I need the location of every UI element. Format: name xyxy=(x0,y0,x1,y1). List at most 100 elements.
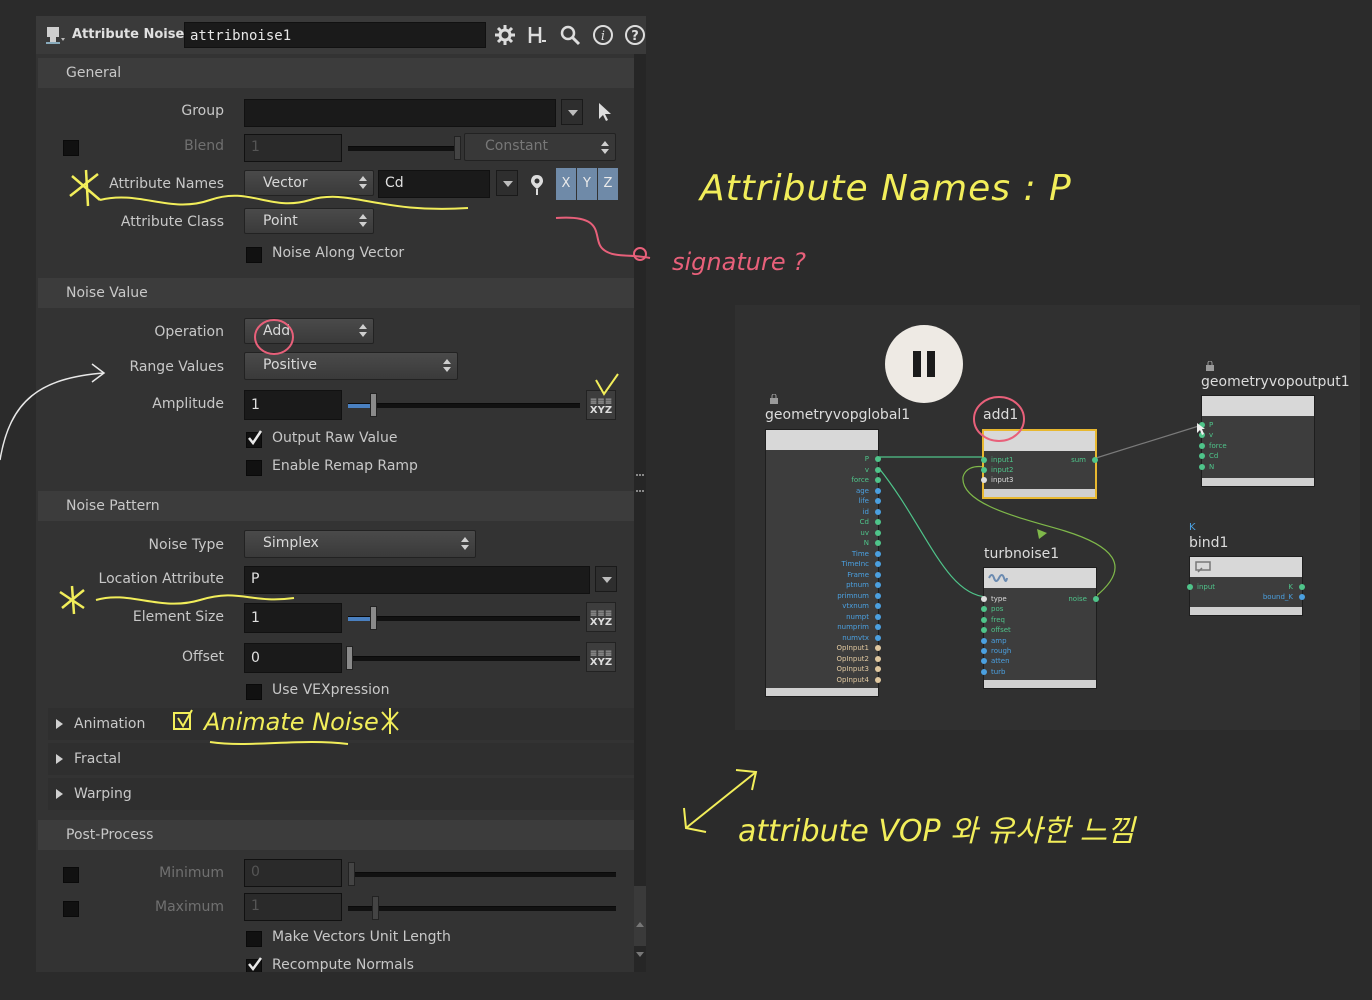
global-port-dot[interactable] xyxy=(875,540,881,546)
folder-warping[interactable]: Warping xyxy=(48,778,634,810)
element-size-slider[interactable] xyxy=(348,606,580,630)
annotation-signature: signature ? xyxy=(672,248,806,276)
global-port-dot[interactable] xyxy=(875,676,881,683)
add-port-input2: input2 xyxy=(991,466,1014,474)
global-port-dot[interactable] xyxy=(875,519,881,525)
attribute-names-dropdown[interactable] xyxy=(496,170,518,196)
houdini-help-icon[interactable] xyxy=(526,24,548,46)
global-port-dot[interactable] xyxy=(875,529,881,536)
blend-mode-menu[interactable]: Constant xyxy=(464,133,616,161)
output-node[interactable]: Pv force Cd N xyxy=(1199,395,1315,487)
amplitude-field[interactable]: 1 xyxy=(244,390,342,420)
component-y-toggle[interactable]: Y xyxy=(577,168,597,200)
global-port-dot[interactable] xyxy=(875,456,881,462)
turb-port-dot[interactable] xyxy=(981,627,987,634)
unit-length-checkbox[interactable] xyxy=(246,931,262,947)
global-port-dot[interactable] xyxy=(875,645,881,651)
turb-port-dot[interactable] xyxy=(981,616,987,623)
section-general[interactable]: General xyxy=(38,58,634,88)
annotation-animate-noise: Animate Noise xyxy=(204,708,379,736)
element-size-field[interactable]: 1 xyxy=(244,603,342,633)
component-x-toggle[interactable]: X xyxy=(556,168,576,200)
offset-slider[interactable] xyxy=(346,646,580,670)
group-field[interactable] xyxy=(244,99,556,127)
select-arrow-icon[interactable] xyxy=(596,101,614,123)
output-port-dot[interactable] xyxy=(1199,463,1205,470)
noise-type-menu[interactable]: Simplex xyxy=(244,530,476,558)
vop-network-view[interactable]: geometryvopglobal1 Pv force age life id Cd uv N… xyxy=(735,305,1360,730)
info-icon[interactable]: i xyxy=(592,24,614,46)
offset-field[interactable]: 0 xyxy=(244,643,342,673)
turb-port-dot[interactable] xyxy=(981,658,987,665)
global-port-dot[interactable] xyxy=(875,466,881,473)
gear-icon[interactable] xyxy=(494,24,516,46)
global-port-dot[interactable] xyxy=(875,477,881,483)
turb-port-dot[interactable] xyxy=(981,648,987,654)
pin-icon[interactable] xyxy=(529,174,545,196)
section-post-process[interactable]: Post-Process xyxy=(38,820,634,850)
element-size-xyz-button[interactable]: XYZ xyxy=(586,594,616,634)
global-port-dot[interactable] xyxy=(875,634,881,641)
global-port-dot[interactable] xyxy=(875,487,881,494)
global-port-dot[interactable] xyxy=(875,550,881,557)
bind-node[interactable]: input K bound_K xyxy=(1187,556,1305,616)
turb-port-dot[interactable] xyxy=(981,637,987,644)
global-port-dot[interactable] xyxy=(875,655,881,662)
node-name-field[interactable]: attribnoise1 xyxy=(184,22,486,48)
amplitude-slider[interactable] xyxy=(348,393,580,417)
turb-port-dot[interactable] xyxy=(981,606,987,613)
global-port-label: v xyxy=(864,465,869,474)
output-port-dot[interactable] xyxy=(1199,442,1205,449)
global-port-dot[interactable] xyxy=(875,592,881,599)
search-icon[interactable] xyxy=(559,24,581,46)
global-port-dot[interactable] xyxy=(875,613,881,620)
turb-port-label: freq xyxy=(991,615,1005,624)
operation-menu[interactable]: Add xyxy=(244,318,374,344)
use-vexpression-checkbox[interactable] xyxy=(246,684,262,700)
minimum-slider[interactable] xyxy=(348,862,616,886)
offset-xyz-button[interactable]: XYZ xyxy=(586,634,616,674)
section-noise-value[interactable]: Noise Value xyxy=(38,278,634,308)
global-port-dot[interactable] xyxy=(875,498,881,504)
attribute-names-field[interactable]: Cd xyxy=(378,170,490,198)
output-port-dot[interactable] xyxy=(1199,453,1205,460)
group-dropdown[interactable] xyxy=(561,99,583,125)
blend-field[interactable]: 1 xyxy=(244,134,342,162)
global-port-dot[interactable] xyxy=(875,603,881,609)
turb-node[interactable]: type pos freq offset amp rough atten turb noise xyxy=(981,567,1099,689)
global-port-dot[interactable] xyxy=(875,624,881,630)
noise-along-vector-checkbox[interactable] xyxy=(246,247,262,263)
global-port-label: ptnum xyxy=(846,581,869,589)
attribute-class-menu[interactable]: Point xyxy=(244,208,374,234)
help-icon[interactable]: ? xyxy=(624,24,646,46)
panel-scrollbar[interactable] xyxy=(634,54,646,972)
folder-warping-label: Warping xyxy=(74,786,132,802)
output-port-label: P xyxy=(1209,421,1214,429)
global-port-dot[interactable] xyxy=(875,571,881,578)
component-z-toggle[interactable]: Z xyxy=(598,168,618,200)
global-port-label: Cd xyxy=(859,518,869,526)
output-port-label: v xyxy=(1209,431,1214,440)
add-node[interactable]: input1 input2 input3 sum xyxy=(981,429,1098,499)
folder-fractal[interactable]: Fractal xyxy=(48,743,634,775)
global-node[interactable]: Pv force age life id Cd uv N Time TimeInc Frame ptn… xyxy=(765,429,881,697)
turb-port-dot[interactable] xyxy=(981,668,987,675)
global-port-dot[interactable] xyxy=(875,582,881,588)
bind-port-input: input xyxy=(1197,583,1216,591)
location-attribute-field[interactable]: P xyxy=(244,566,590,594)
global-port-dot[interactable] xyxy=(875,561,881,567)
section-noise-pattern[interactable]: Noise Pattern xyxy=(38,491,634,521)
attribute-type-menu[interactable]: Vector xyxy=(244,170,374,196)
blend-slider[interactable] xyxy=(348,136,461,160)
maximum-slider[interactable] xyxy=(348,896,616,920)
enable-remap-checkbox[interactable] xyxy=(246,460,262,476)
turb-port-dot[interactable] xyxy=(981,596,987,602)
amplitude-xyz-button[interactable]: XYZ xyxy=(586,382,616,422)
minimum-field[interactable]: 0 xyxy=(244,859,342,887)
location-attribute-dropdown[interactable] xyxy=(595,566,617,592)
maximum-field[interactable]: 1 xyxy=(244,893,342,921)
amplitude-label: Amplitude xyxy=(152,396,224,412)
global-port-dot[interactable] xyxy=(875,666,881,672)
global-port-dot[interactable] xyxy=(875,508,881,515)
range-values-menu[interactable]: Positive xyxy=(244,352,458,380)
